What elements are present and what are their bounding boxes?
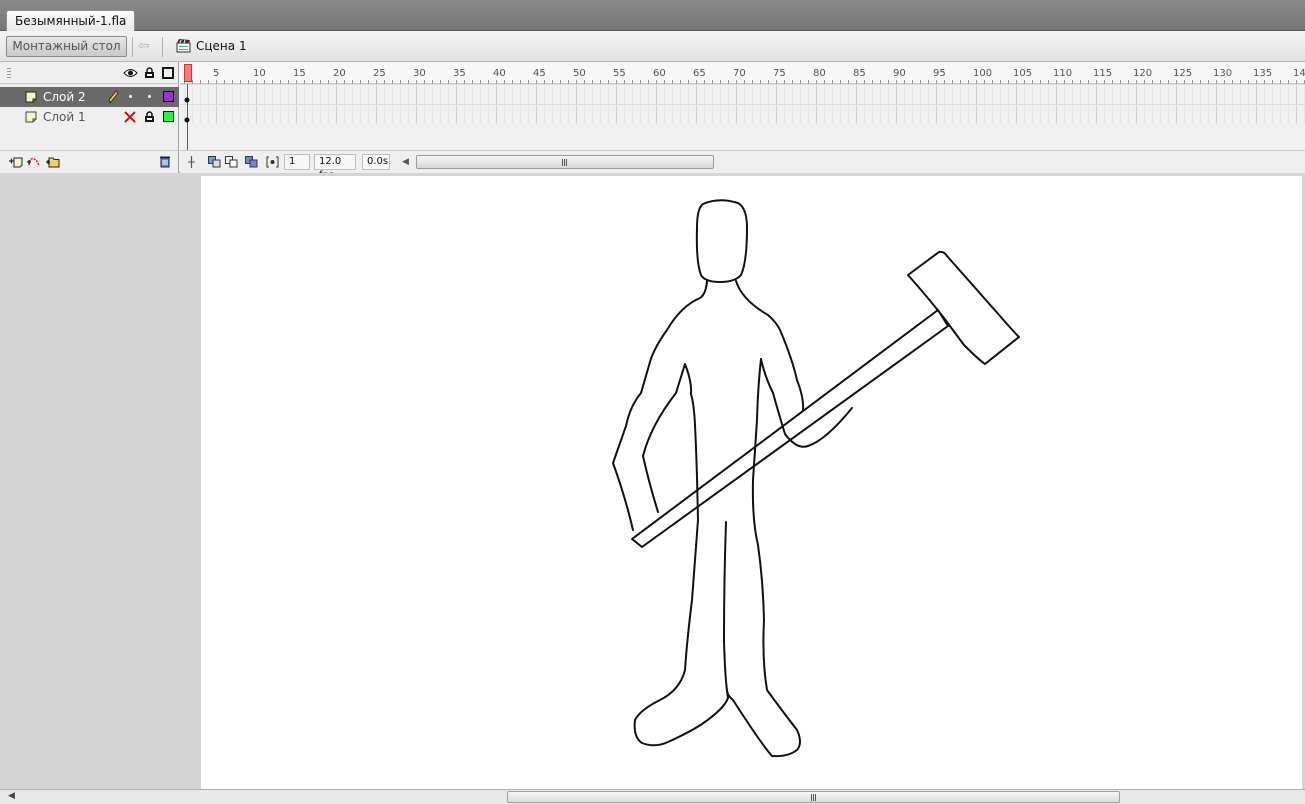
modify-markers-icon[interactable] — [266, 156, 279, 168]
ruler-number: 90 — [893, 68, 906, 79]
scene-icon — [176, 39, 191, 53]
eye-icon[interactable] — [123, 68, 138, 78]
edit-bar: Монтажный стол ⇦ Сцена 1 — [0, 31, 1305, 62]
trash-icon[interactable] — [158, 155, 172, 168]
ruler-number: 85 — [853, 68, 866, 79]
frames-area[interactable]: 1510152025303540455055606570758085909510… — [180, 62, 1305, 173]
frame-ruler[interactable]: 1510152025303540455055606570758085909510… — [180, 62, 1305, 84]
ruler-number: 14 — [1293, 68, 1305, 79]
ruler-number: 65 — [693, 68, 706, 79]
new-folder-icon[interactable] — [46, 155, 60, 168]
ruler-number: 30 — [413, 68, 426, 79]
separator — [162, 37, 163, 57]
timeline-panel: Слой 2 Слой 1 5 10 15 20 25 30 35 40 45 … — [0, 62, 1305, 173]
ruler-number: 135 — [1253, 68, 1273, 79]
stickman-drawing[interactable] — [201, 176, 1302, 789]
current-frame-field: 1 — [284, 154, 310, 170]
horizontal-scrollbar[interactable]: ◀ — [0, 789, 1305, 804]
ruler-number: 130 — [1213, 68, 1233, 79]
ruler-number: 125 — [1173, 68, 1193, 79]
layer-name: Слой 2 — [43, 90, 86, 104]
scroll-thumb[interactable] — [507, 791, 1120, 803]
center-frame-icon[interactable] — [185, 156, 198, 168]
scene-label[interactable]: Сцена 1 — [196, 39, 247, 53]
panel-grip[interactable] — [7, 68, 11, 79]
work-area — [0, 174, 1305, 789]
timeline-scroll-thumb[interactable] — [416, 155, 714, 169]
ruler-number: 110 — [1053, 68, 1073, 79]
ruler-number: 45 — [533, 68, 546, 79]
layer-panel: Слой 2 Слой 1 — [0, 62, 179, 173]
ruler-number: 20 — [333, 68, 346, 79]
back-arrow-icon[interactable]: ⇦ — [138, 39, 154, 53]
ruler-number: 40 — [493, 68, 506, 79]
ruler-number: 70 — [733, 68, 746, 79]
ruler-number: 80 — [813, 68, 826, 79]
outline-icon[interactable] — [162, 67, 174, 79]
motion-guide-icon[interactable] — [27, 155, 41, 168]
scroll-left-arrow[interactable]: ◀ — [8, 791, 15, 801]
timeline-footer: 1 12.0 fps 0.0s ◀ — [180, 150, 1305, 173]
keyframe-marker[interactable] — [184, 117, 190, 123]
ruler-number: 105 — [1013, 68, 1033, 79]
elapsed-time-field: 0.0s — [362, 154, 390, 170]
ruler-number: 60 — [653, 68, 666, 79]
ruler-number: 115 — [1093, 68, 1113, 79]
onion-skin-icon[interactable] — [208, 156, 221, 168]
frame-empty-area — [180, 124, 1305, 150]
ruler-number: 100 — [973, 68, 993, 79]
new-layer-icon[interactable] — [9, 155, 23, 168]
lock-icon[interactable] — [144, 67, 155, 79]
ruler-number: 75 — [773, 68, 786, 79]
lock-dot[interactable] — [148, 95, 151, 98]
playhead[interactable] — [184, 64, 192, 82]
onion-outlines-icon[interactable] — [225, 156, 238, 168]
lock-icon[interactable] — [144, 111, 155, 123]
document-tab-strip: Безымянный-1.fla — [0, 0, 1305, 31]
layer-footer — [0, 150, 179, 172]
visible-dot[interactable] — [129, 95, 132, 98]
separator — [132, 37, 133, 57]
ruler-number: 35 — [453, 68, 466, 79]
ruler-number: 95 — [933, 68, 946, 79]
layer-header — [0, 62, 179, 84]
layer-color-swatch[interactable] — [163, 111, 174, 122]
ruler-number: 50 — [573, 68, 586, 79]
stage-canvas[interactable] — [201, 176, 1302, 789]
layer-icon — [25, 91, 37, 103]
stage-button[interactable]: Монтажный стол — [6, 36, 127, 57]
keyframe-marker[interactable] — [184, 97, 190, 103]
layer-row-1[interactable]: Слой 1 — [0, 107, 179, 127]
edit-multiple-frames-icon[interactable] — [245, 156, 258, 168]
layer-row-2[interactable]: Слой 2 — [0, 87, 179, 107]
layer-icon — [25, 111, 37, 123]
scroll-left-arrow[interactable]: ◀ — [402, 157, 409, 167]
ruler-number: 15 — [293, 68, 306, 79]
layer-name: Слой 1 — [43, 110, 86, 124]
delete-x-icon[interactable] — [123, 110, 137, 124]
ruler-number: 5 — [213, 68, 220, 79]
pencil-icon — [108, 90, 119, 104]
document-tab[interactable]: Безымянный-1.fla — [6, 10, 136, 31]
ruler-number: 120 — [1133, 68, 1153, 79]
ruler-number: 25 — [373, 68, 386, 79]
frame-rate-field[interactable]: 12.0 fps — [314, 154, 356, 173]
ruler-number: 55 — [613, 68, 626, 79]
flash-ide-window: Безымянный-1.fla Монтажный стол ⇦ Сцена … — [0, 0, 1305, 804]
layer-color-swatch[interactable] — [163, 91, 174, 102]
frame-grid[interactable] — [180, 84, 1305, 124]
ruler-number: 10 — [253, 68, 266, 79]
